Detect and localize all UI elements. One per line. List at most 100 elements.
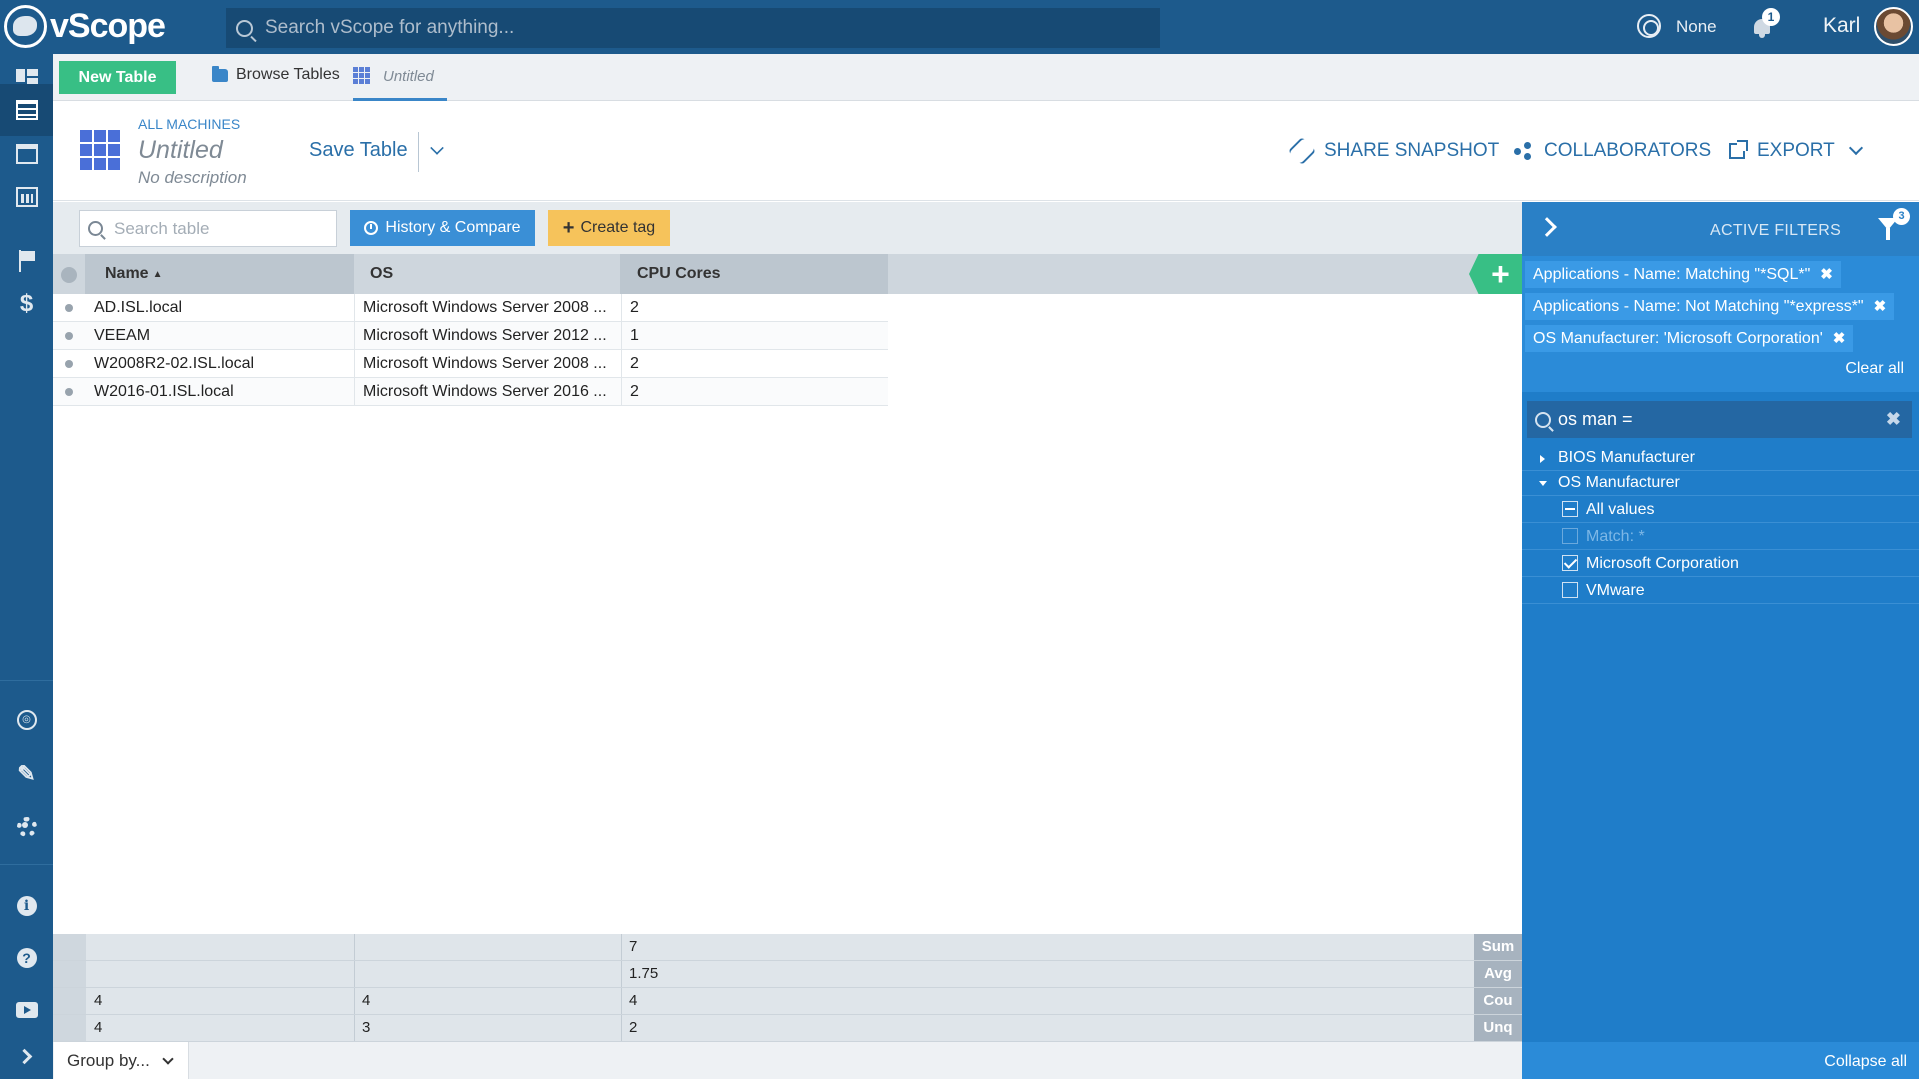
cell-os[interactable]: Microsoft Windows Server 2008 ... [354, 350, 621, 378]
page-title[interactable]: Untitled [138, 136, 223, 165]
cell-cpu[interactable]: 1 [621, 322, 888, 350]
select-all-toggle[interactable] [61, 267, 77, 283]
filter-chip-label: OS Manufacturer: 'Microsoft Corporation' [1533, 330, 1823, 347]
cell-name[interactable]: AD.ISL.local [86, 294, 354, 322]
chevron-right-icon[interactable] [1537, 217, 1557, 237]
tree-item-bios-manufacturer[interactable]: BIOS Manufacturer [1522, 446, 1919, 471]
tree-item-os-manufacturer[interactable]: OS Manufacturer [1522, 471, 1919, 496]
status-text[interactable]: None [1676, 17, 1717, 37]
create-tag-button[interactable]: + Create tag [548, 210, 670, 246]
table-search-box[interactable] [79, 210, 337, 247]
vscope-logo[interactable]: vScope [4, 5, 166, 48]
radar-icon[interactable] [1637, 14, 1661, 38]
column-header-name[interactable]: Name ▲ [86, 254, 354, 294]
table-header-row: Name ▲ OS CPU Cores + [53, 254, 1522, 294]
filters-title: ACTIVE FILTERS [1710, 222, 1842, 239]
nav-divider [0, 864, 53, 865]
checkbox[interactable] [1562, 582, 1578, 598]
cell-cpu[interactable]: 2 [621, 350, 888, 378]
export-label: EXPORT [1757, 140, 1835, 161]
table-description[interactable]: No description [138, 168, 247, 188]
filter-chip-label: Applications - Name: Not Matching "*expr… [1533, 298, 1864, 315]
export-button[interactable]: EXPORT [1729, 140, 1863, 162]
cell-cpu[interactable]: 2 [621, 378, 888, 406]
nav-charts[interactable] [0, 171, 53, 223]
table-row[interactable]: W2016-01.ISL.local Microsoft Windows Ser… [53, 378, 888, 406]
table-grid-icon [80, 130, 121, 171]
column-cpu-label: CPU Cores [637, 265, 721, 282]
global-search-box[interactable] [226, 8, 1160, 48]
collapse-all-button[interactable]: Collapse all [1824, 1053, 1907, 1071]
row-select[interactable] [65, 332, 73, 340]
checked-checkbox[interactable] [1562, 555, 1578, 571]
filter-value-vmware[interactable]: VMware [1522, 577, 1919, 604]
nav-cost[interactable]: $ [0, 278, 53, 330]
tab-untitled[interactable]: Untitled [353, 54, 447, 101]
nav-videos[interactable] [0, 984, 53, 1036]
table-row[interactable]: VEEAM Microsoft Windows Server 2012 ... … [53, 322, 888, 350]
share-snapshot-button[interactable]: SHARE SNAPSHOT [1287, 136, 1499, 166]
caret-right-icon [1540, 455, 1545, 463]
cell-os[interactable]: Microsoft Windows Server 2012 ... [354, 322, 621, 350]
table-search-input[interactable] [114, 218, 314, 239]
chevron-down-icon[interactable] [430, 141, 444, 155]
nav-help[interactable]: ? [0, 932, 53, 984]
history-compare-button[interactable]: History & Compare [350, 210, 535, 246]
caret-down-icon [1539, 481, 1547, 486]
save-table-button[interactable]: Save Table [309, 139, 408, 162]
stat-name [86, 961, 94, 987]
nav-info[interactable]: i [0, 880, 53, 932]
remove-filter-icon[interactable]: ✖ [1833, 325, 1846, 352]
filter-value-label: Match: * [1586, 528, 1645, 545]
filter-value-microsoft[interactable]: Microsoft Corporation [1522, 550, 1919, 577]
filter-search-input[interactable] [1558, 409, 1858, 430]
add-column-button[interactable]: + [1469, 254, 1522, 294]
user-name[interactable]: Karl [1823, 14, 1860, 38]
filter-search-box[interactable]: ✖ [1527, 401, 1912, 438]
nav-discovery[interactable]: ◎ [0, 694, 53, 746]
nav-tools[interactable]: ✎ [0, 748, 53, 800]
new-table-button[interactable]: New Table [59, 61, 176, 94]
tree-item-label: BIOS Manufacturer [1558, 449, 1695, 466]
group-by-dropdown[interactable]: Group by... [54, 1042, 189, 1079]
gear-icon [16, 817, 37, 837]
row-select[interactable] [65, 304, 73, 312]
dollar-icon: $ [19, 290, 34, 317]
cell-cpu[interactable]: 2 [621, 294, 888, 322]
filter-chip[interactable]: OS Manufacturer: 'Microsoft Corporation'… [1525, 325, 1854, 352]
cell-os[interactable]: Microsoft Windows Server 2016 ... [354, 378, 621, 406]
history-compare-label: History & Compare [385, 219, 521, 236]
global-search-input[interactable] [265, 17, 1145, 39]
table-row[interactable]: AD.ISL.local Microsoft Windows Server 20… [53, 294, 888, 322]
tree-item-label: OS Manufacturer [1558, 474, 1680, 491]
column-header-cpu[interactable]: CPU Cores [621, 254, 888, 294]
tab-browse-tables[interactable]: Browse Tables [212, 65, 340, 84]
cell-name[interactable]: W2016-01.ISL.local [86, 378, 354, 406]
column-header-os[interactable]: OS [354, 254, 621, 294]
remove-filter-icon[interactable]: ✖ [1874, 293, 1887, 320]
nav-settings[interactable] [0, 801, 53, 853]
cell-name[interactable]: VEEAM [86, 322, 354, 350]
flag-icon [17, 250, 37, 272]
filter-count-badge: 3 [1893, 208, 1910, 225]
collaborators-button[interactable]: COLLABORATORS [1514, 140, 1711, 162]
filter-chip[interactable]: Applications - Name: Matching "*SQL*" ✖ [1525, 261, 1841, 288]
avatar[interactable] [1874, 7, 1913, 46]
remove-filter-icon[interactable]: ✖ [1820, 261, 1833, 288]
select-all-column[interactable] [53, 254, 86, 294]
filter-value-all[interactable]: All values [1522, 496, 1919, 523]
scope-label[interactable]: ALL MACHINES [138, 116, 240, 132]
table-row[interactable]: W2008R2-02.ISL.local Microsoft Windows S… [53, 350, 888, 378]
create-tag-label: Create tag [580, 219, 656, 236]
nav-expand[interactable] [0, 1030, 53, 1079]
filter-chip[interactable]: Applications - Name: Not Matching "*expr… [1525, 293, 1895, 320]
row-select[interactable] [65, 360, 73, 368]
cell-name[interactable]: W2008R2-02.ISL.local [86, 350, 354, 378]
partial-checkbox[interactable] [1562, 501, 1578, 517]
filter-builder: ✖ BIOS Manufacturer OS Manufacturer All … [1522, 392, 1919, 1042]
top-bar: vScope None 1 Karl [0, 0, 1919, 54]
cell-os[interactable]: Microsoft Windows Server 2008 ... [354, 294, 621, 322]
close-icon[interactable]: ✖ [1886, 409, 1901, 430]
row-select[interactable] [65, 388, 73, 396]
clear-all-button[interactable]: Clear all [1845, 360, 1904, 378]
